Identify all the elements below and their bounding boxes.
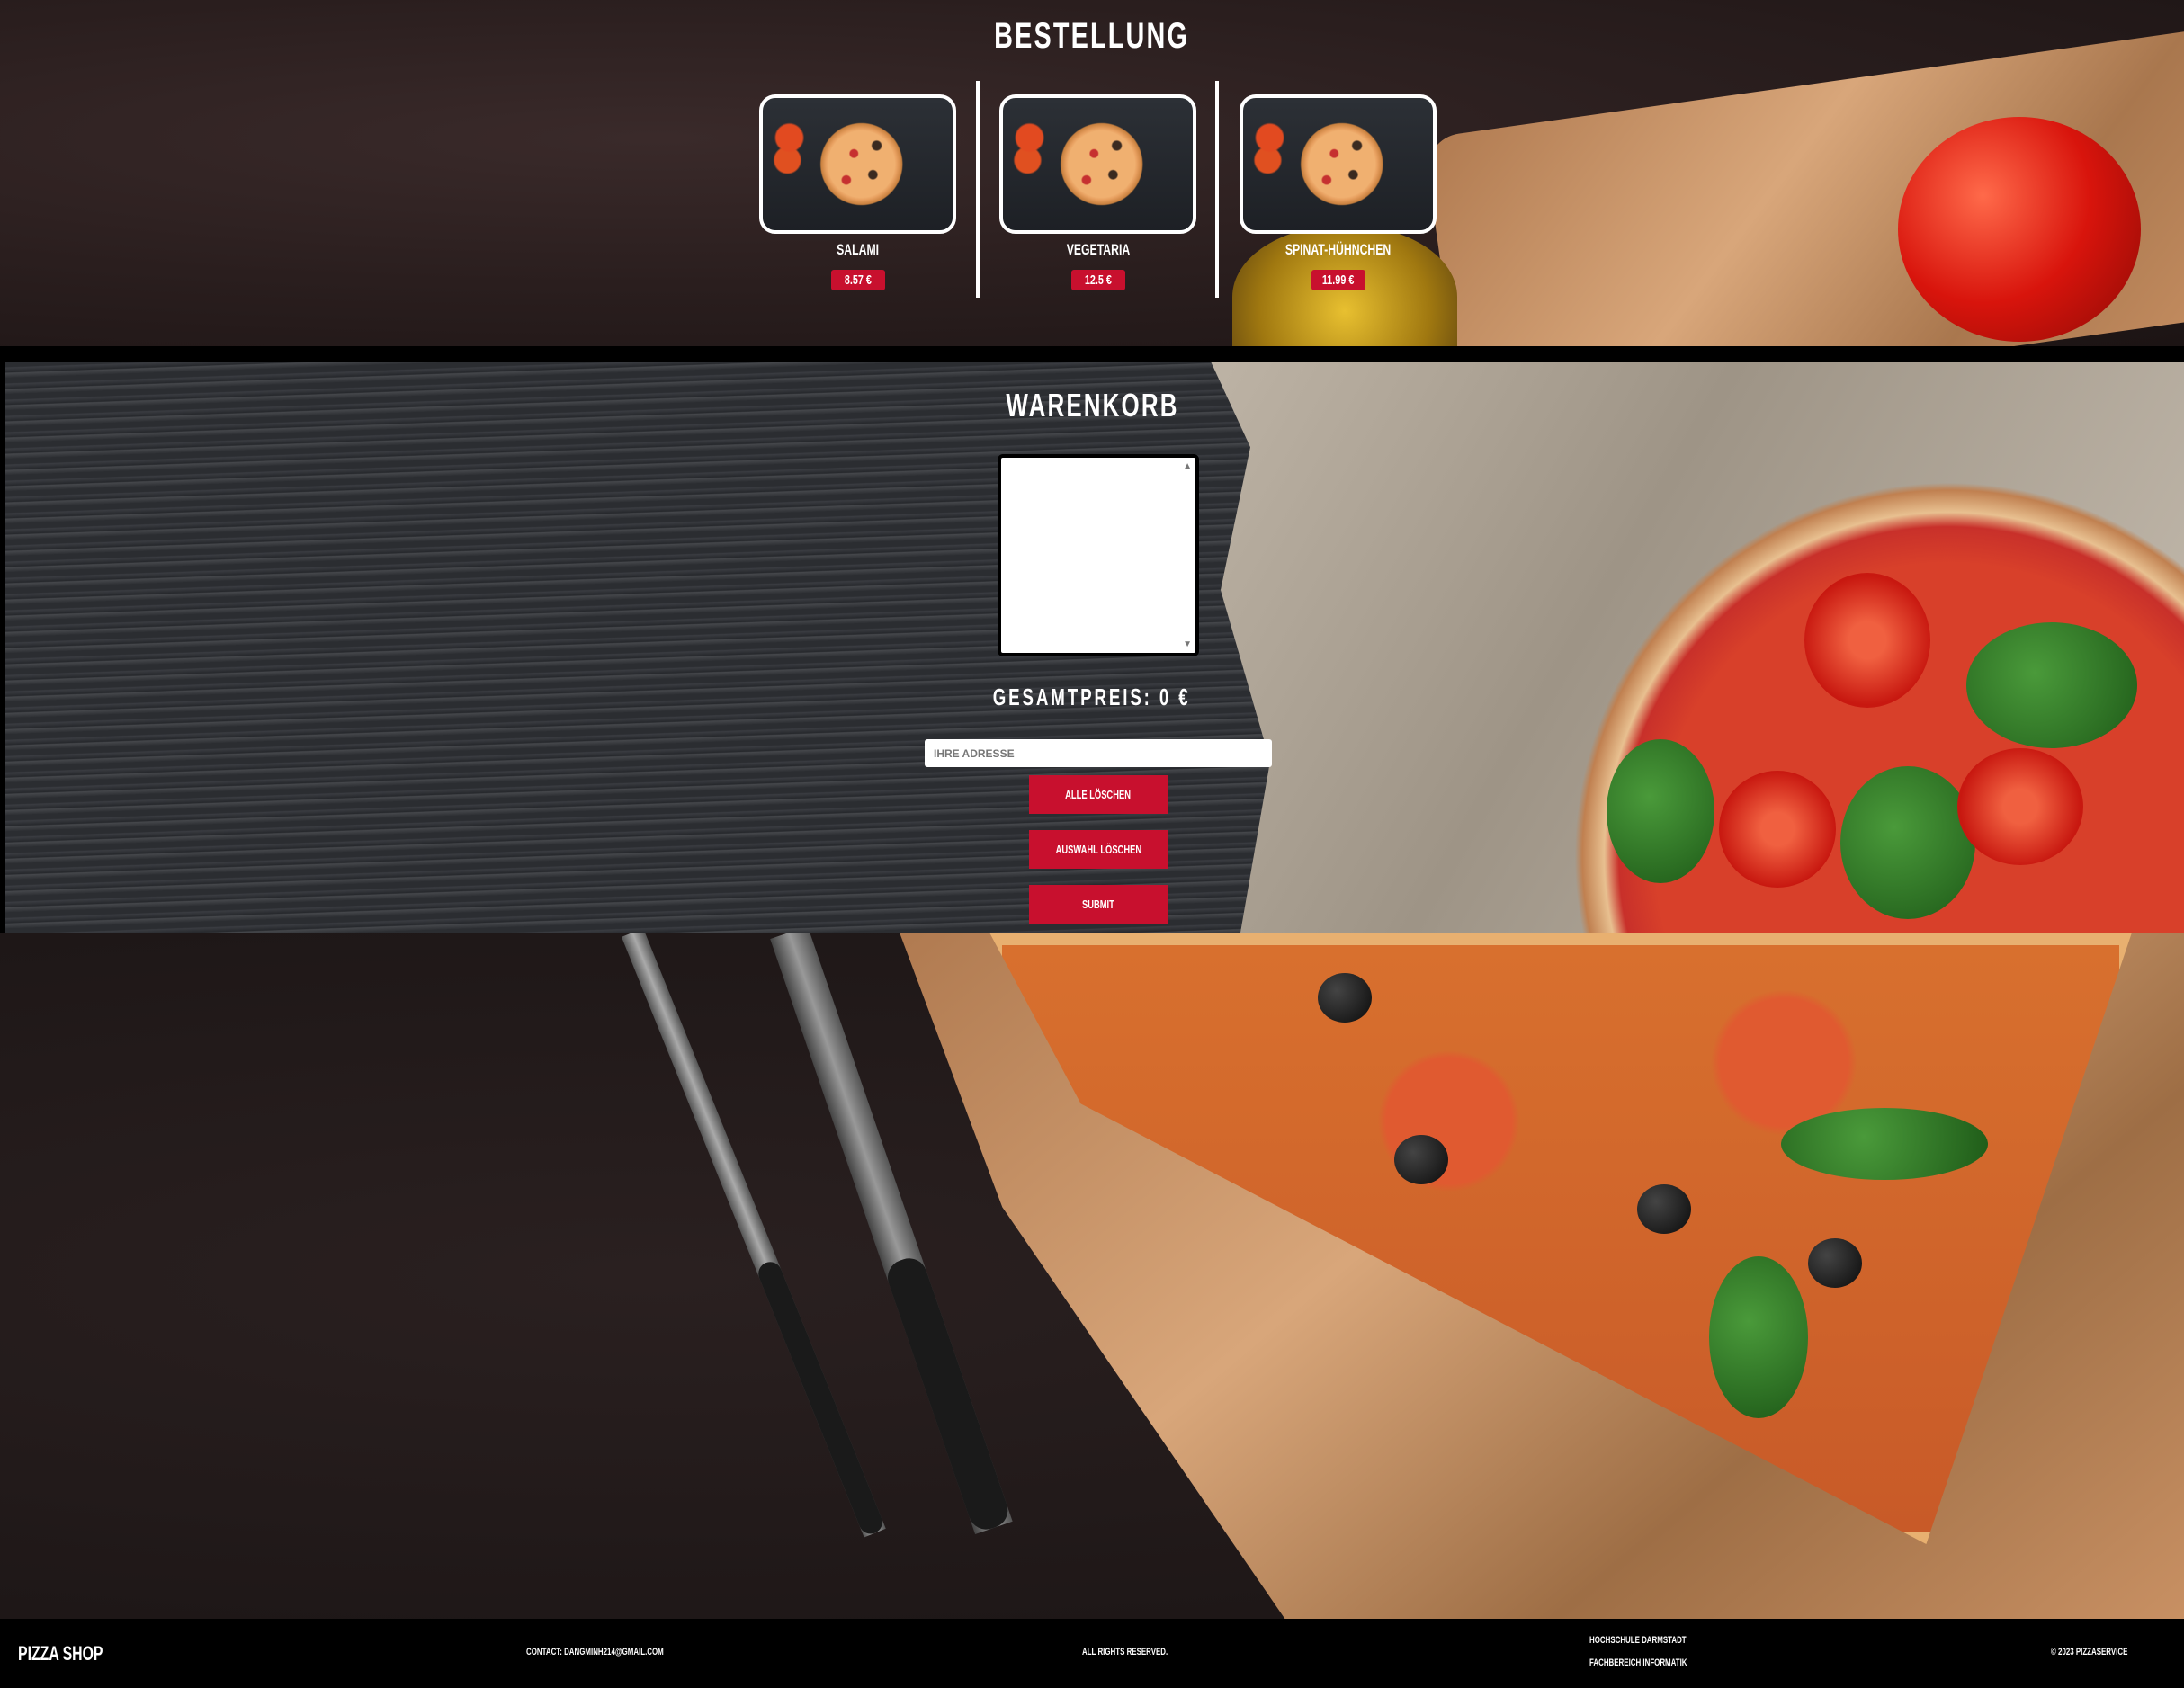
order-title: BESTELLUNG <box>994 16 1190 56</box>
total-price: GESAMTPREIS: 0 € <box>993 683 1191 710</box>
footer-department: FACHBEREICH INFORMATIK <box>1589 1657 1687 1668</box>
pizza-price: 11.99 € <box>1311 270 1365 290</box>
pizza-name: VEGETARIA <box>1066 241 1130 258</box>
basil-decoration <box>1840 766 1975 919</box>
olive-decoration <box>1808 1238 1862 1288</box>
fork-image <box>621 933 886 1538</box>
pizza-price: 8.57 € <box>831 270 885 290</box>
pizza-image-spinat-huehnchen[interactable] <box>1240 94 1437 234</box>
cart-section: WARENKORB ▲ ▼ GESAMTPREIS: 0 € ALLE LÖSC… <box>5 362 2184 933</box>
basil-decoration <box>1607 739 1714 883</box>
clear-all-button[interactable]: ALLE LÖSCHEN <box>1029 775 1168 814</box>
pizza-price: 12.5 € <box>1071 270 1125 290</box>
basil-decoration <box>1781 1108 1988 1180</box>
cart-title: WARENKORB <box>1005 387 1179 424</box>
basil-decoration <box>1709 1256 1808 1418</box>
olive-decoration <box>1637 1184 1691 1234</box>
tomato-image <box>1898 117 2141 342</box>
pizza-image-vegetaria[interactable] <box>999 94 1196 234</box>
footer-rights: ALL RIGHTS RESERVED. <box>1082 1647 1168 1657</box>
footer-copyright: © 2023 PIZZASERVICE <box>2051 1647 2128 1657</box>
olive-decoration <box>1394 1135 1448 1184</box>
pizza-image-salami[interactable] <box>759 94 956 234</box>
scroll-down-icon[interactable]: ▼ <box>1183 639 1192 649</box>
footer: PIZZA SHOP CONTACT: DANGMINH214@GMAIL.CO… <box>0 1619 2184 1688</box>
olive-decoration <box>1318 973 1372 1023</box>
tomato-decoration <box>1719 771 1836 888</box>
footer-school: HOCHSCHULE DARMSTADT <box>1589 1635 1687 1646</box>
tomato-decoration <box>1957 748 2083 865</box>
order-section: BESTELLUNG SALAMI 8.57 € VEGETARIA 12.5 … <box>0 0 2184 346</box>
pizza-name: SALAMI <box>837 241 879 258</box>
submit-button[interactable]: SUBMIT <box>1029 885 1168 924</box>
address-input[interactable] <box>925 739 1272 767</box>
divider <box>976 81 980 298</box>
cart-list[interactable]: ▲ ▼ <box>998 454 1199 656</box>
scroll-up-icon[interactable]: ▲ <box>1183 461 1192 471</box>
pizza-name: SPINAT-HÜHNCHEN <box>1284 241 1392 258</box>
hero-image-section <box>0 933 2184 1619</box>
footer-brand: PIZZA SHOP <box>18 1642 103 1665</box>
divider <box>1215 81 1219 298</box>
footer-contact: CONTACT: DANGMINH214@GMAIL.COM <box>526 1647 664 1657</box>
clear-selection-button[interactable]: AUSWAHL LÖSCHEN <box>1029 830 1168 869</box>
